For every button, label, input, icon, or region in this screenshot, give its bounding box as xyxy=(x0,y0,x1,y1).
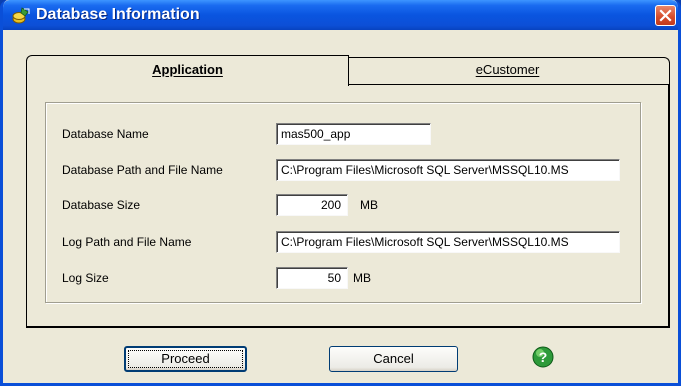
title-bar[interactable]: Database Information xyxy=(3,0,678,30)
database-size-unit: MB xyxy=(360,198,378,212)
database-size-input[interactable]: 200 xyxy=(276,194,348,216)
cancel-button[interactable]: Cancel xyxy=(329,346,458,372)
tab-application[interactable]: Application xyxy=(26,55,349,86)
svg-text:?: ? xyxy=(539,349,548,365)
proceed-button[interactable]: Proceed xyxy=(124,346,247,372)
tab-ecustomer[interactable]: eCustomer xyxy=(345,57,670,84)
cancel-button-label: Cancel xyxy=(373,351,414,366)
database-size-label: Database Size xyxy=(62,198,141,212)
database-path-label: Database Path and File Name xyxy=(62,163,223,177)
tab-ecustomer-label: eCustomer xyxy=(475,62,540,77)
log-path-label: Log Path and File Name xyxy=(62,235,192,249)
help-button[interactable]: ? xyxy=(525,343,561,371)
log-size-input[interactable]: 50 xyxy=(276,267,348,289)
window-title: Database Information xyxy=(36,6,200,23)
close-icon xyxy=(659,9,672,22)
database-icon xyxy=(12,7,30,24)
database-name-input[interactable]: mas500_app xyxy=(276,123,431,145)
tab-application-label: Application xyxy=(152,62,223,77)
focus-rectangle xyxy=(128,350,243,368)
log-size-unit: MB xyxy=(353,271,371,285)
database-name-label: Database Name xyxy=(62,127,149,141)
database-information-dialog: Database Information eCustomer Applicati… xyxy=(0,0,681,386)
close-button[interactable] xyxy=(655,5,676,26)
log-size-label: Log Size xyxy=(62,271,109,285)
log-path-input[interactable]: C:\Program Files\Microsoft SQL Server\MS… xyxy=(276,231,620,253)
help-icon: ? xyxy=(532,346,554,368)
database-path-input[interactable]: C:\Program Files\Microsoft SQL Server\MS… xyxy=(276,159,620,181)
